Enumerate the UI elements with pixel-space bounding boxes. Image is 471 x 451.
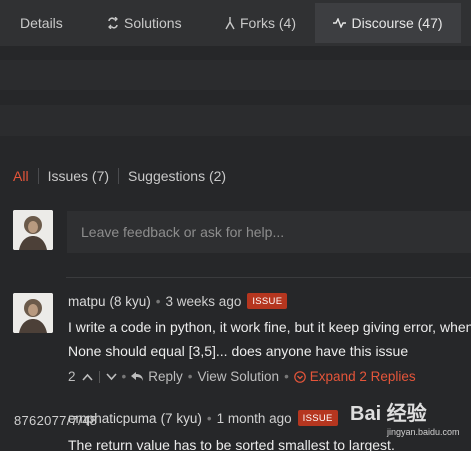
reply-icon[interactable]	[131, 371, 144, 382]
fork-icon	[225, 16, 235, 30]
meta-dot: •	[121, 369, 127, 384]
comment-rank: (7 kyu)	[160, 410, 202, 426]
expand-replies-button[interactable]: Expand 2 Replies	[293, 369, 416, 384]
upvote-icon[interactable]	[81, 373, 93, 381]
filter-divider	[118, 168, 120, 184]
comment-time[interactable]: 1 month ago	[217, 411, 292, 426]
placeholder-band	[0, 105, 471, 136]
pulse-icon	[333, 18, 347, 28]
comment-time[interactable]: 3 weeks ago	[166, 294, 242, 309]
comment-body-line: The return value has to be sorted smalle…	[68, 437, 395, 451]
comment-divider	[66, 277, 471, 278]
status-badge: ISSUE	[297, 410, 338, 426]
meta-dot: •	[155, 293, 161, 309]
avatar[interactable]	[13, 293, 53, 333]
tab-solutions-label: Solutions	[124, 15, 182, 31]
reply-link[interactable]: Reply	[148, 369, 183, 384]
view-solution-link[interactable]: View Solution	[198, 369, 280, 384]
tab-discourse[interactable]: Discourse (47)	[315, 3, 461, 43]
downvote-icon[interactable]	[105, 372, 117, 381]
chevron-down-circle-icon	[293, 370, 306, 383]
watermark-brand: Bai 经验	[350, 401, 427, 425]
comment-username[interactable]: matpu	[68, 294, 106, 309]
tab-bar: Details Solutions Forks (4) Discourse (4…	[0, 0, 471, 46]
tab-discourse-label: Discourse (47)	[351, 15, 443, 31]
feedback-input[interactable]: Leave feedback or ask for help...	[67, 211, 471, 253]
vote-divider	[98, 370, 100, 383]
tab-forks-label: Forks (4)	[240, 15, 296, 31]
filter-issues[interactable]: Issues (7)	[48, 168, 109, 184]
watermark-url: jingyan.baidu.com	[387, 427, 460, 437]
comment-body-line: None should equal [3,5]... does anyone h…	[68, 343, 409, 359]
vote-count: 2	[68, 369, 76, 384]
current-user-avatar	[13, 210, 53, 250]
tab-details[interactable]: Details	[20, 0, 63, 46]
meta-dot: •	[187, 369, 193, 384]
comment-body-line: I write a code in python, it work fine, …	[68, 319, 471, 335]
solutions-icon	[107, 17, 119, 29]
tab-solutions[interactable]: Solutions	[107, 0, 182, 46]
filter-all[interactable]: All	[13, 168, 29, 184]
comment-actions: 2 • Reply • View Solution • Expand 2 Rep…	[68, 369, 416, 384]
filter-suggestions[interactable]: Suggestions (2)	[128, 168, 226, 184]
status-badge: ISSUE	[247, 293, 288, 309]
comment-rank: (8 kyu)	[109, 293, 151, 309]
discourse-filters: All Issues (7) Suggestions (2)	[13, 168, 226, 184]
meta-dot: •	[284, 369, 289, 384]
feedback-placeholder: Leave feedback or ask for help...	[81, 224, 285, 240]
placeholder-band	[0, 60, 471, 90]
meta-dot: •	[206, 410, 212, 426]
overlay-id-text: 8762077/7/48	[14, 413, 98, 428]
filter-divider	[37, 168, 39, 184]
comment-meta: emphaticpuma (7 kyu) • 1 month ago ISSUE	[68, 410, 338, 426]
comment-meta: matpu (8 kyu) • 3 weeks ago ISSUE	[68, 293, 288, 309]
expand-replies-label: Expand 2 Replies	[309, 369, 416, 384]
tab-details-label: Details	[20, 15, 63, 31]
tab-forks[interactable]: Forks (4)	[225, 0, 296, 46]
